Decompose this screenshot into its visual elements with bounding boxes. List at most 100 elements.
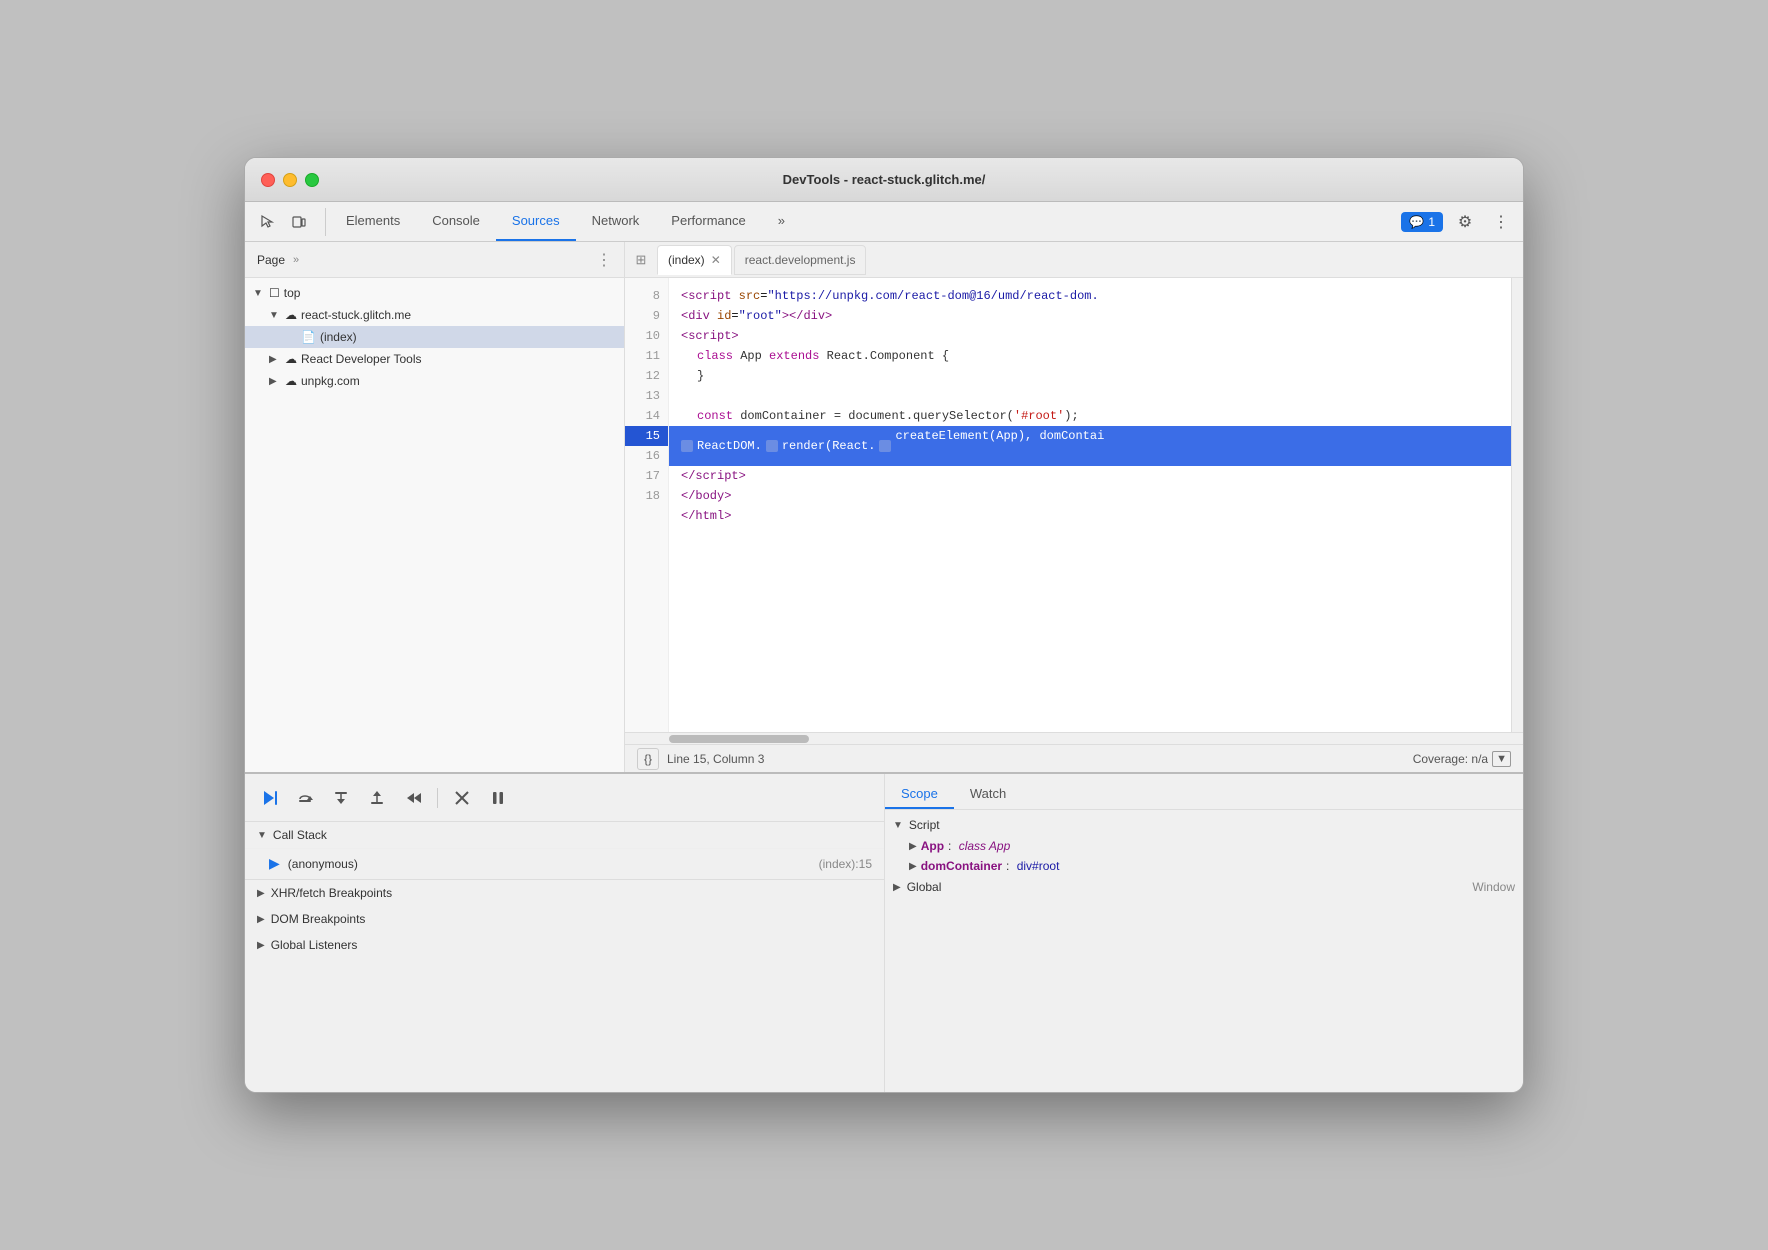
- devtools-container: Elements Console Sources Network Perform…: [245, 202, 1523, 1092]
- line-num-10: 10: [625, 326, 668, 346]
- scope-panel: Scope Watch ▼ Script ▶ App : class App: [885, 774, 1523, 1092]
- cloud-icon: ☁: [285, 308, 297, 322]
- devtools-toolbar: Elements Console Sources Network Perform…: [245, 202, 1523, 242]
- code-line-17: </body>: [669, 486, 1511, 506]
- global-listeners-label: Global Listeners: [271, 938, 358, 952]
- line-num-15: 15: [625, 426, 668, 446]
- chevron-down-icon: ▼: [253, 288, 265, 299]
- status-bar: {} Line 15, Column 3 Coverage: n/a ▼: [625, 744, 1523, 772]
- select-element-button[interactable]: [253, 208, 281, 236]
- cloud-icon: ☁: [285, 352, 297, 366]
- minimize-button[interactable]: [283, 173, 297, 187]
- step-into-button[interactable]: [329, 786, 353, 810]
- tab-elements[interactable]: Elements: [330, 202, 416, 241]
- scope-item-domcontainer-value: div#root: [1017, 859, 1060, 873]
- scope-item-app-colon: :: [948, 839, 955, 853]
- chevron-right-icon: ▶: [269, 354, 281, 365]
- settings-button[interactable]: ⚙: [1451, 208, 1479, 236]
- line-numbers: 8 9 10 11 12 13 14 15 16 17 18: [625, 278, 669, 732]
- tree-item-react-devtools[interactable]: ▶ ☁ React Developer Tools: [245, 348, 624, 370]
- watch-tab[interactable]: Watch: [954, 780, 1022, 809]
- code-line-10: <script>: [669, 326, 1511, 346]
- tab-network[interactable]: Network: [576, 202, 656, 241]
- window-title: DevTools - react-stuck.glitch.me/: [783, 172, 986, 187]
- cloud-icon: ☁: [285, 374, 297, 388]
- tab-performance[interactable]: Performance: [655, 202, 761, 241]
- step-button[interactable]: [401, 786, 425, 810]
- global-scope-value: Window: [1472, 880, 1515, 894]
- line-num-16: 16: [625, 446, 668, 466]
- tree-item-glitch[interactable]: ▼ ☁ react-stuck.glitch.me: [245, 304, 624, 326]
- code-editor: 8 9 10 11 12 13 14 15 16 17 18: [625, 278, 1523, 744]
- tab-sources[interactable]: Sources: [496, 202, 576, 241]
- code-line-8: <script src="https://unpkg.com/react-dom…: [669, 286, 1511, 306]
- chevron-right-icon: ▶: [909, 841, 917, 852]
- global-listeners-header[interactable]: ▶ Global Listeners: [245, 932, 884, 958]
- pause-on-exception-button[interactable]: [486, 786, 510, 810]
- code-line-13: [669, 386, 1511, 406]
- coverage-dropdown[interactable]: Coverage: n/a ▼: [1413, 751, 1511, 767]
- scope-item-domcontainer-key: domContainer: [921, 859, 1002, 873]
- bottom-panel: ▼ Call Stack ▶ (anonymous) (index):15 ▶ …: [245, 772, 1523, 1092]
- global-scope-header[interactable]: ▶ Global Window: [885, 876, 1523, 898]
- vertical-scrollbar[interactable]: [1511, 278, 1523, 732]
- tree-item-top[interactable]: ▼ ☐ top: [245, 282, 624, 304]
- breakpoints-section: ▶ XHR/fetch Breakpoints ▶ DOM Breakpoint…: [245, 879, 884, 958]
- xhr-breakpoints-label: XHR/fetch Breakpoints: [271, 886, 392, 900]
- close-button[interactable]: [261, 173, 275, 187]
- step-over-button[interactable]: [293, 786, 317, 810]
- maximize-button[interactable]: [305, 173, 319, 187]
- tree-item-index[interactable]: ▶ 📄 (index): [245, 326, 624, 348]
- tree-item-unpkg[interactable]: ▶ ☁ unpkg.com: [245, 370, 624, 392]
- debug-separator: [437, 788, 438, 808]
- chevron-right-icon: ▶: [909, 861, 917, 872]
- line-num-9: 9: [625, 306, 668, 326]
- source-tabs-bar: ⊞ (index) ✕ react.development.js: [625, 242, 1523, 278]
- devtools-body: Page » ⋮ ▼ ☐ top ▼ ☁ react-stuck.gl: [245, 242, 1523, 772]
- source-tab-index[interactable]: (index) ✕: [657, 245, 732, 275]
- xhr-breakpoints-header[interactable]: ▶ XHR/fetch Breakpoints: [245, 880, 884, 906]
- step-out-button[interactable]: [365, 786, 389, 810]
- close-tab-button[interactable]: ✕: [711, 253, 721, 267]
- coverage-arrow: ▼: [1492, 751, 1511, 767]
- call-stack-arrow-icon: ▶: [269, 855, 280, 872]
- tab-console[interactable]: Console: [416, 202, 496, 241]
- devtools-tabs: Elements Console Sources Network Perform…: [330, 202, 1401, 241]
- call-stack-item-location: (index):15: [819, 857, 872, 871]
- debug-section: ▼ Call Stack ▶ (anonymous) (index):15 ▶ …: [245, 774, 885, 1092]
- titlebar: DevTools - react-stuck.glitch.me/: [245, 158, 1523, 202]
- scope-item-domcontainer-colon: :: [1006, 859, 1013, 873]
- code-line-15: ReactDOM.render(React.createElement(App)…: [669, 426, 1511, 466]
- pretty-print-button[interactable]: {}: [637, 748, 659, 770]
- tree-item-glitch-label: react-stuck.glitch.me: [301, 308, 411, 322]
- global-scope-label: Global: [907, 880, 942, 894]
- dom-breakpoints-header[interactable]: ▶ DOM Breakpoints: [245, 906, 884, 932]
- call-stack-chevron: ▼: [257, 830, 267, 841]
- line-num-17: 17: [625, 466, 668, 486]
- file-tree: ▼ ☐ top ▼ ☁ react-stuck.glitch.me ▶ 📄: [245, 278, 624, 772]
- script-scope-header[interactable]: ▼ Script: [885, 814, 1523, 836]
- deactivate-breakpoints-button[interactable]: [450, 786, 474, 810]
- sidebar-header: Page » ⋮: [245, 242, 624, 278]
- device-toolbar-button[interactable]: [285, 208, 313, 236]
- sidebar-menu-button[interactable]: ⋮: [596, 250, 612, 270]
- scope-tab[interactable]: Scope: [885, 780, 954, 809]
- scope-item-app[interactable]: ▶ App : class App: [885, 836, 1523, 856]
- call-stack-panel: ▼ Call Stack ▶ (anonymous) (index):15 ▶ …: [245, 822, 884, 1092]
- script-scope-label: Script: [909, 818, 940, 832]
- code-line-18: </html>: [669, 506, 1511, 526]
- source-tab-react[interactable]: react.development.js: [734, 245, 867, 275]
- code-line-9: <div id="root"></div>: [669, 306, 1511, 326]
- split-editor-toggle[interactable]: ⊞: [629, 248, 653, 272]
- call-stack-header[interactable]: ▼ Call Stack: [245, 822, 884, 849]
- feedback-button[interactable]: 💬 1: [1401, 212, 1443, 232]
- tab-more[interactable]: »: [762, 202, 801, 241]
- scope-item-dom-container[interactable]: ▶ domContainer : div#root: [885, 856, 1523, 876]
- resume-button[interactable]: [257, 786, 281, 810]
- devtools-window: DevTools - react-stuck.glitch.me/ E: [244, 157, 1524, 1093]
- call-stack-item-anonymous[interactable]: ▶ (anonymous) (index):15: [245, 849, 884, 879]
- more-options-button[interactable]: ⋮: [1487, 208, 1515, 236]
- tree-item-index-label: (index): [320, 330, 357, 344]
- horizontal-scrollbar[interactable]: [625, 732, 1523, 744]
- code-lines[interactable]: <script src="https://unpkg.com/react-dom…: [669, 278, 1511, 732]
